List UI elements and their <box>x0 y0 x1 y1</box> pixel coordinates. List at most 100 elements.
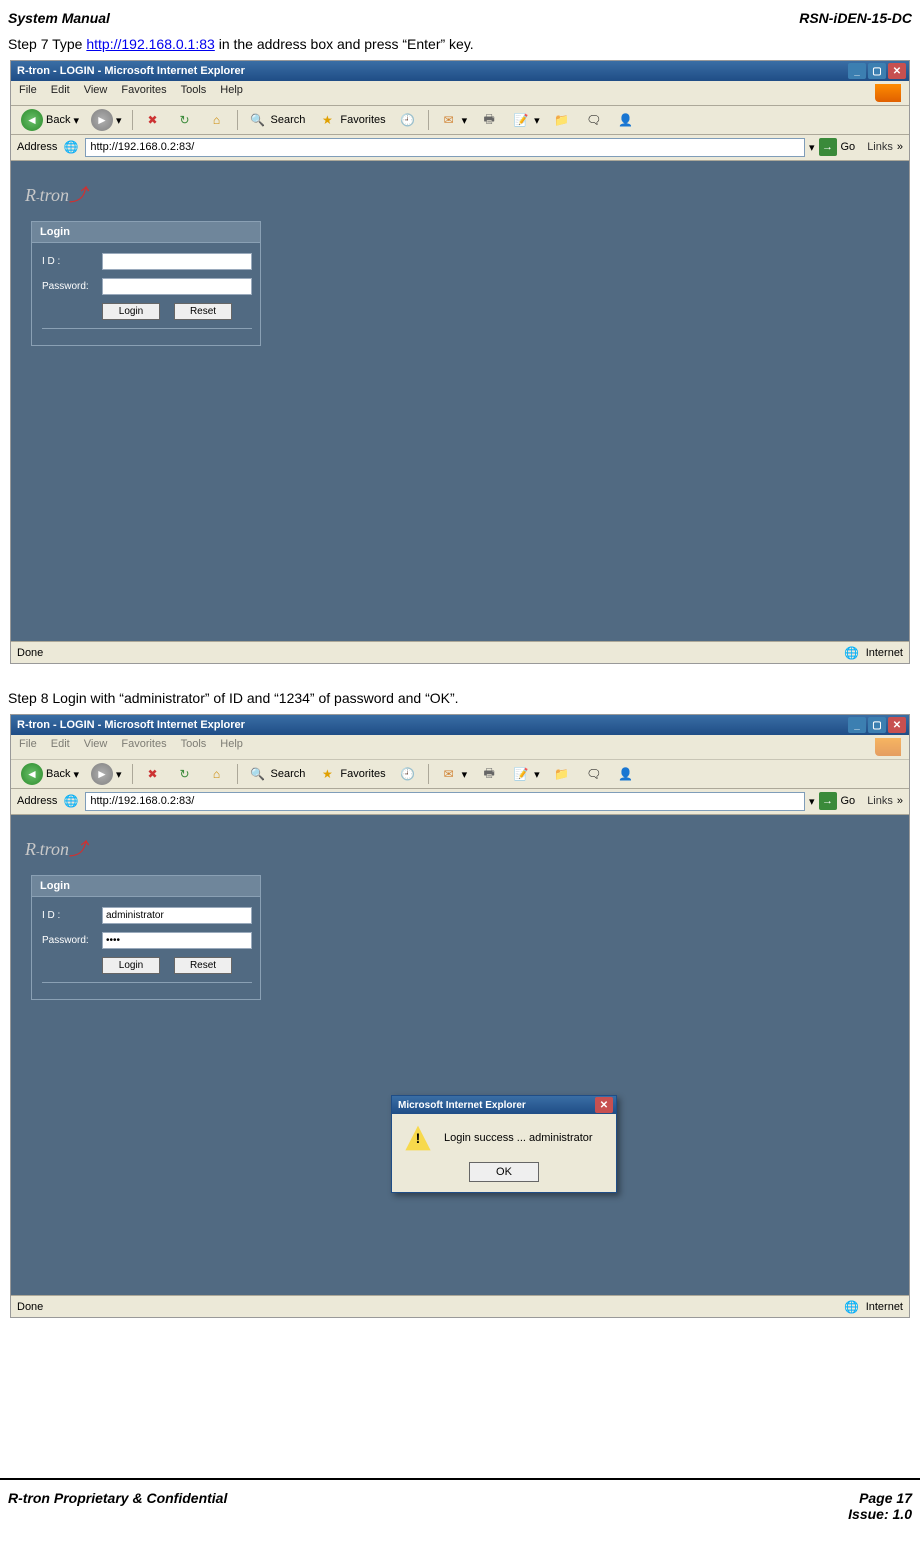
minimize-button[interactable]: _ <box>848 63 866 79</box>
star-icon: ★ <box>317 110 337 130</box>
maximize-button[interactable]: ▢ <box>868 63 886 79</box>
menu-edit[interactable]: Edit <box>51 738 70 756</box>
login-button[interactable]: Login <box>102 303 160 320</box>
address-input[interactable] <box>85 792 805 811</box>
address-dropdown-icon[interactable]: ▾ <box>809 795 815 808</box>
menu-favorites[interactable]: Favorites <box>121 84 166 102</box>
menu-view[interactable]: View <box>84 738 108 756</box>
mail-button[interactable]: ✉▾ <box>435 763 472 785</box>
close-button[interactable]: ✕ <box>888 717 906 733</box>
search-button[interactable]: 🔍 Search <box>244 109 310 131</box>
menu-favorites[interactable]: Favorites <box>121 738 166 756</box>
id-input[interactable] <box>102 253 252 270</box>
forward-button[interactable]: ► ▾ <box>87 763 126 785</box>
back-button[interactable]: ◄ Back ▾ <box>17 763 83 785</box>
dialog-ok-button[interactable]: OK <box>469 1162 539 1182</box>
back-label: Back <box>46 114 70 126</box>
xp-flag-icon <box>875 84 901 102</box>
search-icon: 🔍 <box>248 110 268 130</box>
search-label: Search <box>271 768 306 780</box>
forward-arrow-icon: ► <box>91 109 113 131</box>
folder-button[interactable]: 📁 <box>548 109 576 131</box>
reset-button[interactable]: Reset <box>174 303 232 320</box>
dropdown-icon: ▾ <box>534 114 540 127</box>
back-arrow-icon: ◄ <box>21 109 43 131</box>
login-button[interactable]: Login <box>102 957 160 974</box>
window-controls: _ ▢ ✕ <box>848 63 909 79</box>
refresh-button[interactable]: ↻ <box>171 763 199 785</box>
home-icon: ⌂ <box>207 764 227 784</box>
page-icon: 🌐 <box>61 137 81 157</box>
menu-tools[interactable]: Tools <box>181 738 207 756</box>
favorites-button[interactable]: ★ Favorites <box>313 109 389 131</box>
footer-page: Page 17 <box>859 1490 912 1506</box>
address-dropdown-icon[interactable]: ▾ <box>809 141 815 154</box>
menu-help[interactable]: Help <box>220 84 243 102</box>
go-button[interactable]: → <box>819 792 837 810</box>
step7-url[interactable]: http://192.168.0.1:83 <box>86 36 214 52</box>
links-label[interactable]: Links <box>867 795 893 807</box>
menu-file[interactable]: File <box>19 738 37 756</box>
close-button[interactable]: ✕ <box>888 63 906 79</box>
minimize-button[interactable]: _ <box>848 717 866 733</box>
refresh-icon: ↻ <box>175 110 195 130</box>
folder-button[interactable]: 📁 <box>548 763 576 785</box>
address-input[interactable] <box>85 138 805 157</box>
home-button[interactable]: ⌂ <box>203 109 231 131</box>
messenger-button[interactable]: 👤 <box>612 763 640 785</box>
stop-button[interactable]: ✖ <box>139 763 167 785</box>
stop-button[interactable]: ✖ <box>139 109 167 131</box>
menu-edit[interactable]: Edit <box>51 84 70 102</box>
home-button[interactable]: ⌂ <box>203 763 231 785</box>
status-done: Done <box>17 647 43 659</box>
maximize-button[interactable]: ▢ <box>868 717 886 733</box>
forward-arrow-icon: ► <box>91 763 113 785</box>
xp-flag-icon <box>875 738 901 756</box>
links-label[interactable]: Links <box>867 141 893 153</box>
dropdown-icon: ▾ <box>462 768 468 781</box>
print-button[interactable]: 🖶 <box>475 763 503 785</box>
step8-text: Step 8 Login with “administrator” of ID … <box>0 684 920 710</box>
rtron-logo: R-tron⤴ <box>25 835 87 861</box>
search-button[interactable]: 🔍 Search <box>244 763 310 785</box>
separator <box>132 764 133 784</box>
menu-view[interactable]: View <box>84 84 108 102</box>
messenger-button[interactable]: 👤 <box>612 109 640 131</box>
forward-button[interactable]: ► ▾ <box>87 109 126 131</box>
step7-suffix: in the address box and press “Enter” key… <box>215 36 474 52</box>
refresh-button[interactable]: ↻ <box>171 109 199 131</box>
links-chevron-icon[interactable]: » <box>897 141 903 153</box>
menu-tools[interactable]: Tools <box>181 84 207 102</box>
mail-button[interactable]: ✉▾ <box>435 109 472 131</box>
go-button[interactable]: → <box>819 138 837 156</box>
edit-button[interactable]: 📝▾ <box>507 109 544 131</box>
rtron-logo: R-tron⤴ <box>25 181 87 207</box>
menu-file[interactable]: File <box>19 84 37 102</box>
login-body: I D : Password: Login Reset <box>31 243 261 346</box>
back-button[interactable]: ◄ Back ▾ <box>17 109 83 131</box>
toolbar: ◄ Back ▾ ► ▾ ✖ ↻ ⌂ 🔍 Search ★ Favorites … <box>11 106 909 135</box>
password-input[interactable] <box>102 278 252 295</box>
favorites-button[interactable]: ★ Favorites <box>313 763 389 785</box>
print-button[interactable]: 🖶 <box>475 109 503 131</box>
links-chevron-icon[interactable]: » <box>897 795 903 807</box>
reset-button[interactable]: Reset <box>174 957 232 974</box>
menu-help[interactable]: Help <box>220 738 243 756</box>
zone-icon: 🌐 <box>842 643 862 663</box>
go-label: Go <box>841 795 856 807</box>
password-input[interactable] <box>102 932 252 949</box>
separator <box>132 110 133 130</box>
step8-label: Step 8 Login with “administrator” of ID … <box>8 690 459 706</box>
history-button[interactable]: 🕘 <box>394 109 422 131</box>
dialog-text: Login success ... administrator <box>444 1132 593 1144</box>
id-input[interactable] <box>102 907 252 924</box>
dialog-close-button[interactable]: ✕ <box>595 1097 613 1113</box>
history-button[interactable]: 🕘 <box>394 763 422 785</box>
edit-button[interactable]: 📝▾ <box>507 763 544 785</box>
back-label: Back <box>46 768 70 780</box>
discuss-button[interactable]: 🗨 <box>580 109 608 131</box>
title-text: R-tron - LOGIN - Microsoft Internet Expl… <box>17 719 245 731</box>
password-label: Password: <box>42 281 102 292</box>
menubar: File Edit View Favorites Tools Help <box>11 81 909 106</box>
discuss-button[interactable]: 🗨 <box>580 763 608 785</box>
